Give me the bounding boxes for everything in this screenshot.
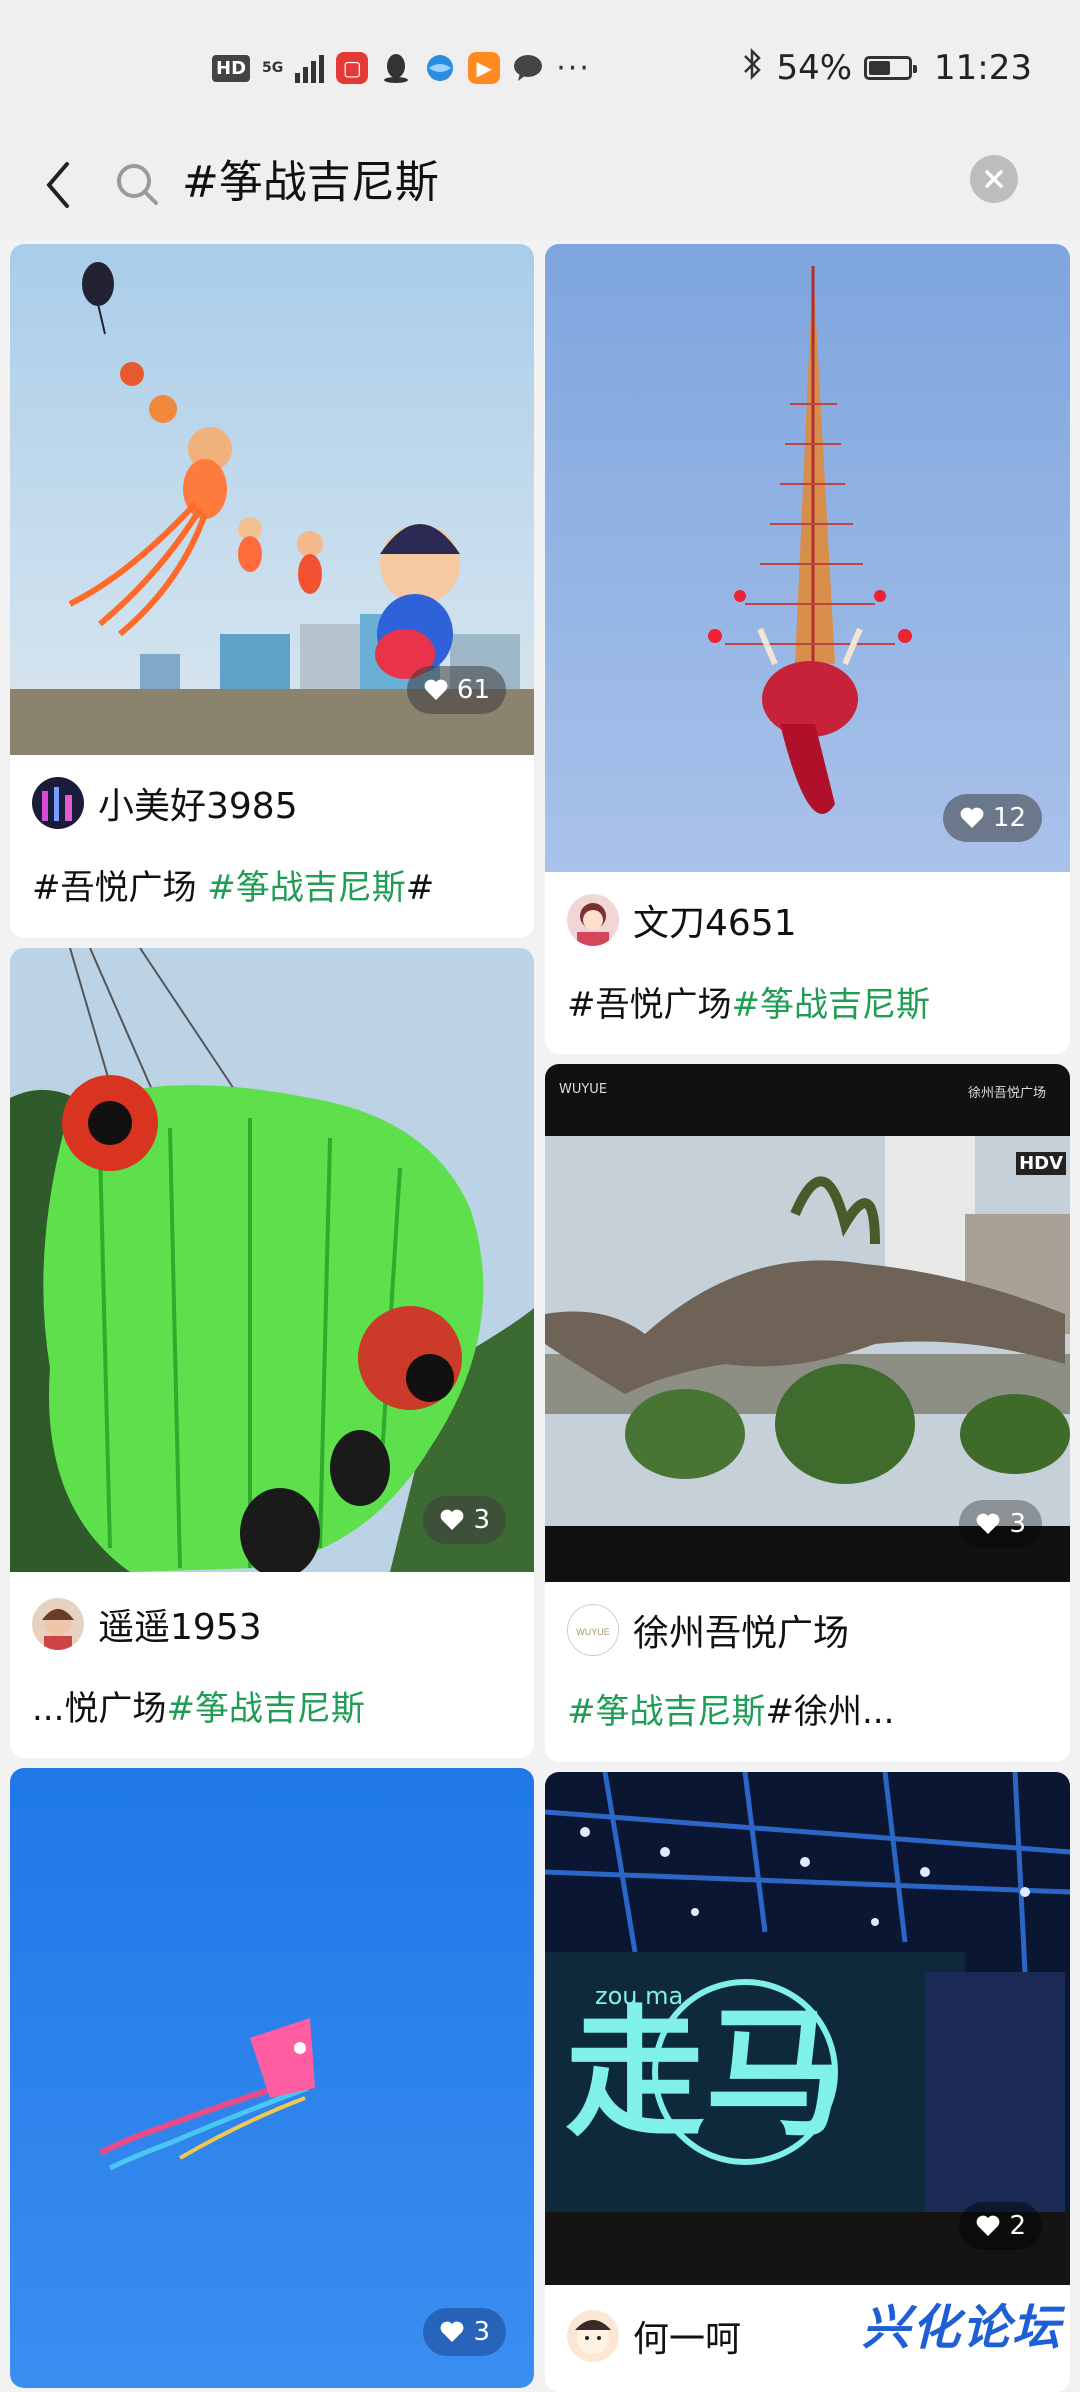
avatar: WUYUE bbox=[567, 1604, 619, 1656]
heart-icon bbox=[977, 1513, 1000, 1534]
like-counter: 3 bbox=[423, 2308, 506, 2356]
search-icon bbox=[112, 157, 166, 211]
close-icon bbox=[985, 170, 1003, 188]
like-counter: 12 bbox=[942, 794, 1042, 842]
stage-text: zou ma bbox=[595, 1982, 684, 2010]
post-author[interactable]: 小美好3985 bbox=[32, 777, 298, 829]
hd-video-badge: HDV bbox=[1016, 1152, 1066, 1175]
qq-penguin-icon bbox=[380, 52, 412, 84]
results-feed: 61 小美好3985 #吾悦广场 #筝战吉尼斯# 12 文刀4651 #吾悦广场… bbox=[0, 240, 1080, 2392]
hashtag-link[interactable]: #筝战吉尼斯 bbox=[732, 985, 931, 1025]
post-card[interactable]: 12 文刀4651 #吾悦广场#筝战吉尼斯 bbox=[545, 244, 1070, 1054]
avatar bbox=[32, 1598, 84, 1650]
network-label: 5G bbox=[262, 60, 284, 76]
hashtag-link[interactable]: #筝战吉尼斯 bbox=[166, 1689, 365, 1729]
caption-text: #吾悦广场 bbox=[32, 868, 208, 908]
post-card[interactable]: 3 bbox=[10, 1768, 534, 2388]
svg-text:WUYUE: WUYUE bbox=[576, 1627, 610, 1637]
avatar bbox=[567, 894, 619, 946]
status-icons-left: HD 5G ▢ ▶ ··· bbox=[212, 48, 591, 88]
post-author[interactable]: WUYUE 徐州吾悦广场 bbox=[567, 1604, 849, 1656]
battery-icon bbox=[864, 56, 918, 80]
post-thumbnail[interactable]: 走马 zou ma 2 bbox=[545, 1772, 1070, 2285]
notes-app-icon: ▢ bbox=[336, 52, 369, 84]
post-author[interactable]: 文刀4651 bbox=[567, 894, 797, 946]
caption-text: ...悦广场 bbox=[32, 1689, 167, 1729]
caption-text: #徐州... bbox=[765, 1692, 895, 1732]
heart-icon bbox=[441, 2321, 464, 2342]
like-count: 2 bbox=[1009, 2211, 1026, 2241]
svg-text:走马: 走马 bbox=[565, 1993, 845, 2156]
author-name: 小美好3985 bbox=[98, 786, 298, 827]
more-notifications: ··· bbox=[556, 50, 591, 86]
bluetooth-icon bbox=[742, 47, 764, 90]
like-count: 61 bbox=[456, 675, 490, 705]
post-thumbnail[interactable]: 3 bbox=[10, 948, 534, 1578]
browser-globe-icon bbox=[424, 52, 456, 84]
search-bar: #筝战吉尼斯 bbox=[0, 135, 1080, 240]
hd-badge: HD bbox=[212, 54, 251, 82]
post-caption[interactable]: #筝战吉尼斯#徐州... bbox=[567, 1684, 894, 1733]
status-icons-right: 54% 11:23 bbox=[742, 46, 1032, 90]
heart-icon bbox=[424, 679, 448, 700]
like-counter: 2 bbox=[959, 2202, 1042, 2250]
forum-watermark: 兴化论坛 bbox=[861, 2300, 1062, 2356]
video-brand-right: 徐州吾悦广场 bbox=[967, 1086, 1046, 1101]
battery-percent: 54% bbox=[776, 48, 853, 88]
like-count: 12 bbox=[992, 803, 1026, 833]
avatar bbox=[567, 2310, 619, 2362]
author-name: 文刀4651 bbox=[633, 903, 797, 944]
author-name: 遥遥1953 bbox=[98, 1607, 262, 1648]
back-button[interactable] bbox=[28, 155, 88, 215]
post-thumbnail[interactable]: 3 bbox=[10, 1768, 534, 2388]
post-caption[interactable]: ...悦广场#筝战吉尼斯 bbox=[32, 1681, 365, 1730]
like-counter: 61 bbox=[406, 666, 506, 714]
post-caption[interactable]: #吾悦广场 #筝战吉尼斯# bbox=[32, 860, 434, 909]
heart-icon bbox=[960, 807, 984, 828]
search-input[interactable]: #筝战吉尼斯 bbox=[182, 153, 439, 213]
author-name: 何一呵 bbox=[633, 2319, 742, 2360]
signal-icon bbox=[295, 53, 325, 83]
like-count: 3 bbox=[473, 2317, 490, 2347]
avatar bbox=[32, 777, 84, 829]
post-author[interactable]: 何一呵 bbox=[567, 2310, 741, 2362]
heart-icon bbox=[977, 2215, 1000, 2236]
caption-text: #吾悦广场 bbox=[567, 985, 732, 1025]
clear-search-button[interactable] bbox=[970, 155, 1018, 203]
post-card[interactable]: WUYUE 徐州吾悦广场 HDV 3 WUYUE 徐州吾悦广场 #筝战吉尼斯#徐… bbox=[545, 1064, 1070, 1762]
post-thumbnail[interactable]: 61 bbox=[10, 244, 534, 755]
post-author[interactable]: 遥遥1953 bbox=[32, 1598, 262, 1650]
post-caption[interactable]: #吾悦广场#筝战吉尼斯 bbox=[567, 977, 930, 1026]
chevron-left-icon bbox=[46, 162, 69, 208]
clock: 11:23 bbox=[934, 48, 1032, 88]
status-bar: HD 5G ▢ ▶ ··· 54% 11:23 bbox=[0, 0, 1080, 135]
like-count: 3 bbox=[473, 1505, 490, 1535]
chat-bubble-icon bbox=[512, 52, 544, 84]
video-play-icon: ▶ bbox=[468, 52, 501, 84]
like-counter: 3 bbox=[959, 1500, 1042, 1548]
post-thumbnail[interactable]: 12 bbox=[545, 244, 1070, 872]
like-counter: 3 bbox=[423, 1496, 506, 1544]
post-thumbnail[interactable]: WUYUE 徐州吾悦广场 HDV 3 bbox=[545, 1064, 1070, 1582]
author-name: 徐州吾悦广场 bbox=[633, 1613, 850, 1654]
like-count: 3 bbox=[1009, 1509, 1026, 1539]
heart-icon bbox=[441, 1509, 464, 1530]
post-card[interactable]: 61 小美好3985 #吾悦广场 #筝战吉尼斯# bbox=[10, 244, 534, 938]
hashtag-link[interactable]: #筝战吉尼斯 bbox=[567, 1692, 766, 1732]
caption-text: # bbox=[405, 868, 435, 908]
post-card[interactable]: 3 遥遥1953 ...悦广场#筝战吉尼斯 bbox=[10, 948, 534, 1758]
hashtag-link[interactable]: #筝战吉尼斯 bbox=[207, 868, 406, 908]
video-brand-left: WUYUE bbox=[559, 1082, 608, 1097]
